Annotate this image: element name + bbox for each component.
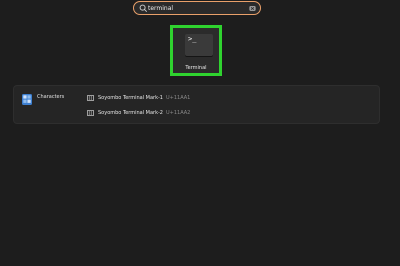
glyph-icon: [87, 95, 94, 101]
characters-app-icon[interactable]: [22, 94, 32, 105]
search-input[interactable]: [148, 2, 248, 14]
glyph-icon: [87, 110, 94, 116]
character-code: U+11AA2: [165, 110, 191, 116]
clear-search-icon[interactable]: [249, 5, 256, 12]
character-code: U+11AA1: [165, 95, 191, 101]
character-name: Soyombo Terminal Mark-1: [98, 95, 163, 101]
characters-provider-label: Characters: [37, 94, 65, 100]
terminal-prompt-glyph: >_: [188, 35, 197, 43]
search-icon: [139, 4, 148, 13]
character-result-2[interactable]: Soyombo Terminal Mark-2 U+11AA2: [87, 108, 190, 118]
terminal-icon: >_: [185, 34, 213, 56]
terminal-app-result[interactable]: >_ Terminal: [170, 25, 222, 76]
character-name: Soyombo Terminal Mark-2: [98, 110, 163, 116]
characters-results-card: Characters Soyombo Terminal Mark-1 U+11A…: [13, 85, 380, 124]
character-result-1[interactable]: Soyombo Terminal Mark-1 U+11AA1: [87, 93, 190, 103]
search-bar[interactable]: [133, 1, 261, 15]
terminal-app-label: Terminal: [185, 65, 207, 71]
